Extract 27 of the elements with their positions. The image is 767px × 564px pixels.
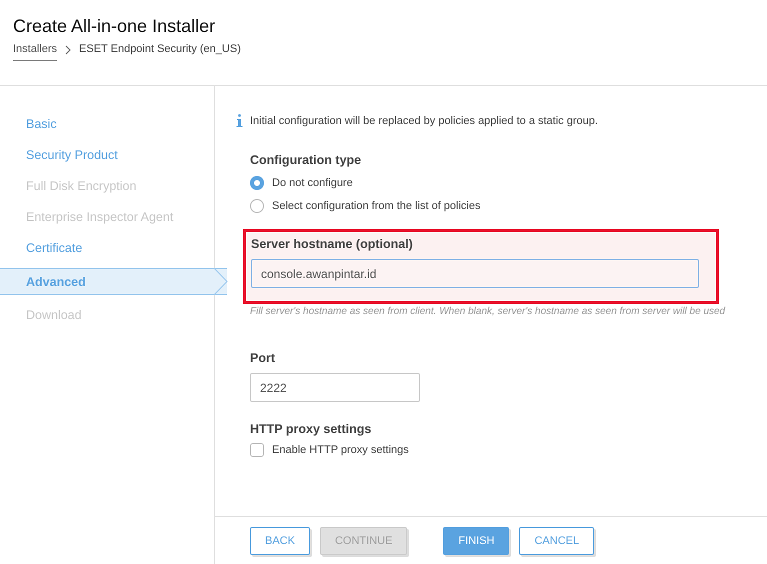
wizard-button[interactable]: CANCEL — [519, 526, 594, 554]
port-field[interactable]: 2222 — [250, 373, 420, 402]
wizard-step[interactable]: Security Product — [0, 144, 214, 166]
pointer-icon — [214, 268, 228, 295]
breadcrumb-item: ESET Endpoint Security (en_US) — [79, 43, 241, 57]
hostname-field[interactable]: console.awanpintar.id — [251, 259, 699, 288]
wizard-step[interactable]: Certificate — [0, 237, 214, 259]
finish-button[interactable]: FINISH — [443, 526, 510, 554]
page-title: Create All-in-one Installer — [13, 16, 216, 37]
radio-button[interactable] — [250, 176, 264, 190]
radio-label[interactable]: Do not configure — [272, 177, 353, 189]
section-heading: HTTP proxy settings — [250, 422, 372, 436]
checkbox-label[interactable]: Enable HTTP proxy settings — [272, 444, 409, 456]
section-heading: Configuration type — [250, 153, 362, 167]
field-label: Server hostname (optional) — [251, 237, 414, 251]
info-message: Initial configuration will be replaced by policies applied to a static group. — [250, 114, 598, 126]
radio-label[interactable]: Select configuration from the list of policies — [272, 200, 480, 212]
wizard-step[interactable]: Basic — [0, 113, 214, 135]
checkbox[interactable] — [250, 443, 264, 457]
radio-button[interactable] — [250, 199, 264, 213]
wizard-button[interactable]: BACK — [250, 526, 310, 554]
field-label: Port — [250, 351, 276, 365]
field-hint: Fill server's hostname as seen from client. When blank, server's hostname as seen from server will be used — [250, 306, 726, 317]
breadcrumb-link[interactable]: Installers — [13, 43, 58, 61]
info-icon — [236, 114, 243, 127]
chevron-icon — [65, 45, 72, 55]
wizard-step[interactable]: Advanced — [0, 268, 227, 295]
